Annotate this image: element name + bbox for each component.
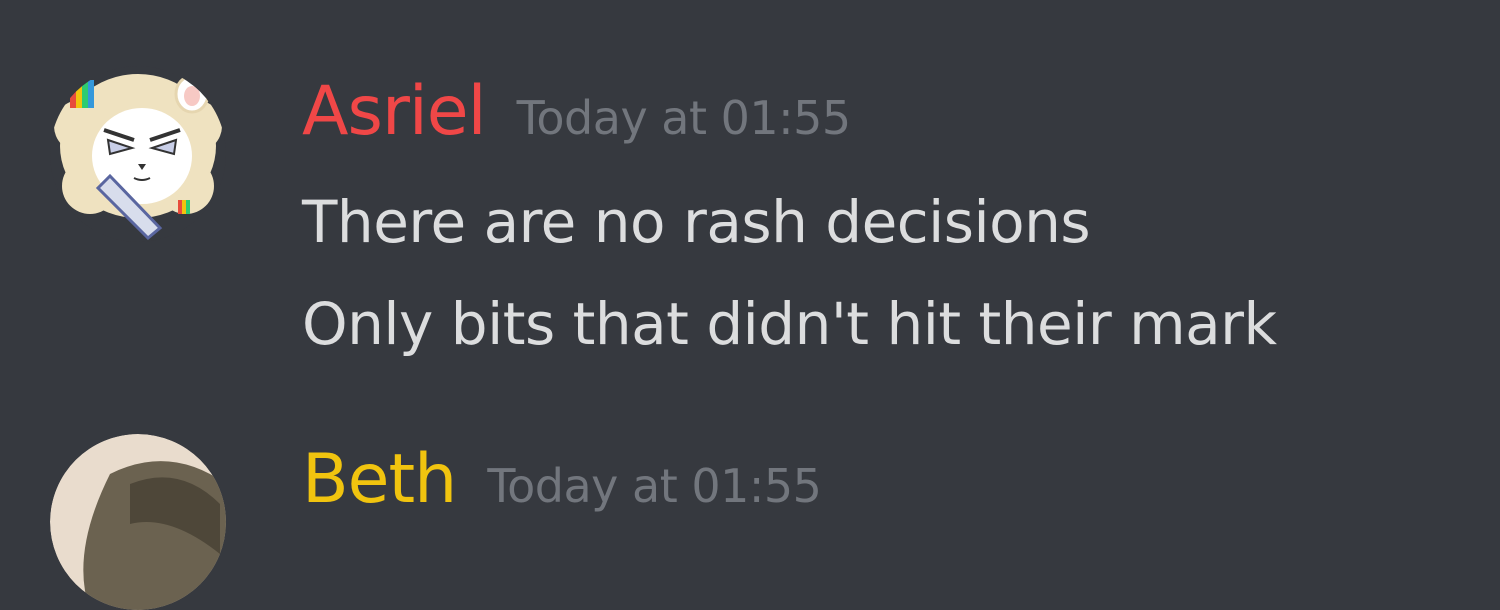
username[interactable]: Asriel xyxy=(302,72,487,151)
timestamp: Today at 01:55 xyxy=(516,91,852,145)
goat-character-avatar-icon xyxy=(50,66,226,242)
message-line: Only bits that didn't hit their mark xyxy=(302,290,1277,358)
timestamp: Today at 01:55 xyxy=(487,459,822,513)
message-header: Asriel Today at 01:55 xyxy=(302,72,851,151)
username[interactable]: Beth xyxy=(302,440,457,519)
message-line: There are no rash decisions xyxy=(302,188,1091,256)
user-avatar-beth[interactable] xyxy=(50,434,226,610)
photo-avatar-icon xyxy=(50,434,226,610)
user-avatar-asriel[interactable] xyxy=(50,66,226,242)
message-header: Beth Today at 01:55 xyxy=(302,440,822,519)
